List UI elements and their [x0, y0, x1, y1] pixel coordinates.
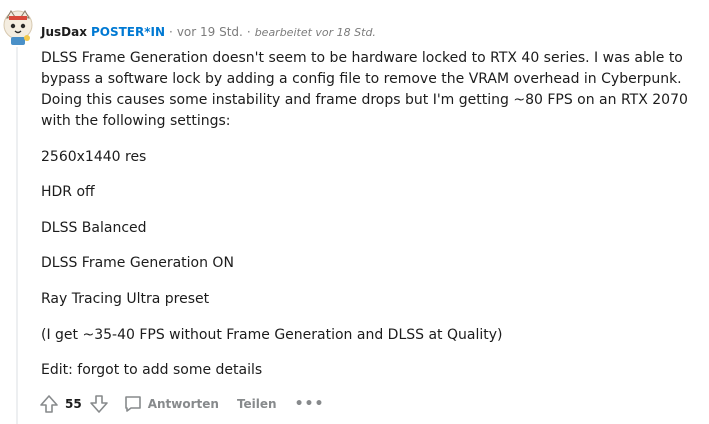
comment-body: DLSS Frame Generation doesn't seem to be…	[41, 48, 691, 396]
share-label: Teilen	[236, 397, 277, 411]
separator-dot: ·	[246, 25, 251, 39]
upvote-button[interactable]	[37, 392, 61, 416]
poster-flair: POSTER*IN	[90, 25, 165, 39]
thread-line[interactable]	[16, 47, 18, 424]
separator-dot: ·	[169, 25, 173, 39]
comment-paragraph: 2560x1440 res	[41, 148, 147, 165]
comment-paragraph: (I get ~35-40 FPS without Frame Generati…	[41, 326, 503, 343]
comment-actions: 55 Antworten Teilen •••	[37, 392, 324, 416]
edited-timestamp: bearbeitet vor 18 Std.	[254, 25, 376, 39]
more-icon: •••	[294, 396, 325, 412]
upvote-icon	[40, 395, 58, 413]
downvote-button[interactable]	[87, 392, 111, 416]
comment-paragraph: DLSS Frame Generation doesn't seem to be…	[41, 50, 688, 129]
comment-icon	[124, 396, 141, 412]
timestamp[interactable]: vor 19 Std.	[177, 25, 243, 39]
more-button[interactable]: •••	[295, 396, 325, 412]
comment-paragraph: HDR off	[41, 184, 95, 201]
avatar[interactable]	[2, 8, 34, 46]
comment-paragraph: Ray Tracing Ultra preset	[41, 290, 210, 307]
reply-button[interactable]: Antworten	[123, 394, 219, 414]
author-name[interactable]: JusDax	[41, 25, 87, 39]
comment-paragraph: Edit: forgot to add some details	[41, 362, 263, 379]
comment-paragraph: DLSS Frame Generation ON	[41, 255, 234, 272]
avatar-icon	[3, 10, 33, 45]
comment-meta: JusDax POSTER*IN · vor 19 Std. · bearbei…	[41, 23, 376, 41]
vote-score: 55	[65, 397, 82, 411]
reply-label: Antworten	[147, 397, 219, 411]
comment-paragraph: DLSS Balanced	[41, 219, 147, 236]
downvote-icon	[89, 395, 108, 413]
share-button[interactable]: Teilen	[237, 397, 277, 411]
